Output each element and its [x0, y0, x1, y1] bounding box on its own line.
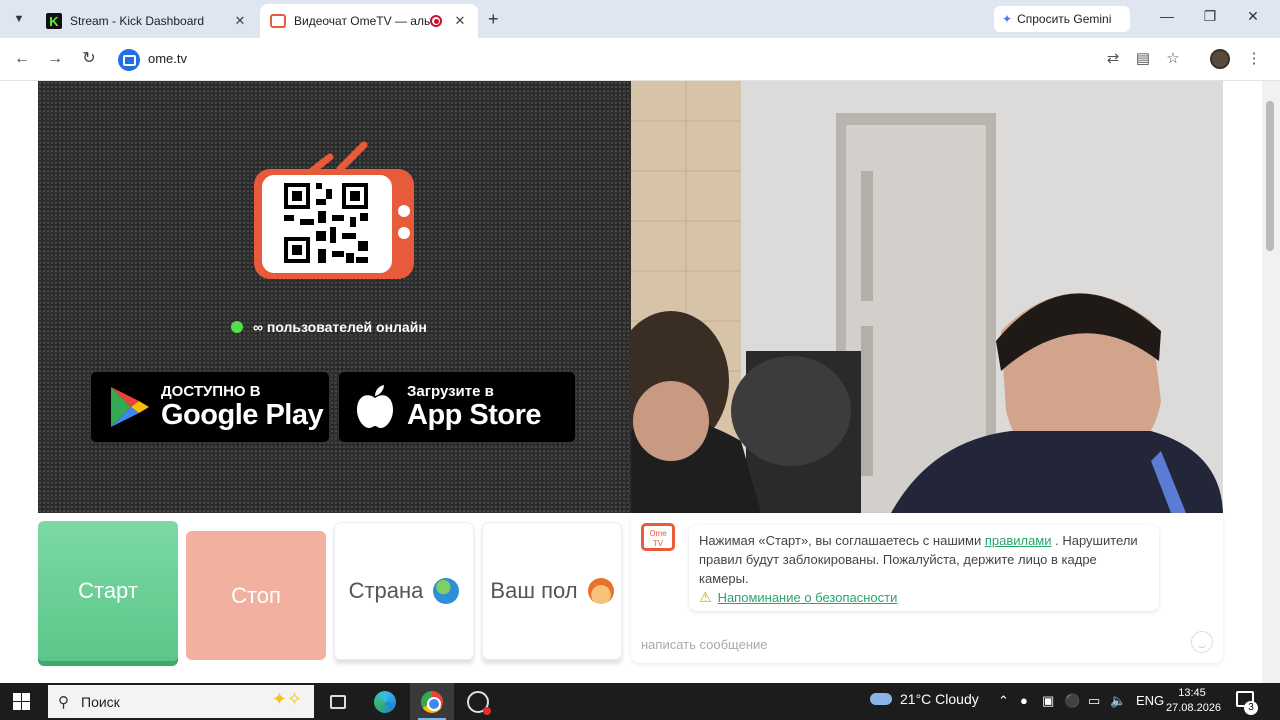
search-icon: ⚲	[58, 693, 69, 711]
country-label: Страна	[348, 578, 424, 603]
gender-button[interactable]: Ваш пол	[482, 522, 622, 660]
search-placeholder: Поиск	[81, 693, 120, 710]
address-bar: ← → ↻ ome.tv ⇄ ▤ ☆ ⋮	[0, 38, 1280, 81]
globe-icon	[433, 578, 460, 604]
tab-title: Stream - Kick Dashboard	[70, 14, 205, 28]
clock-date: 27.08.2026	[1166, 702, 1222, 714]
message-input[interactable]: написать сообщение	[641, 637, 1181, 652]
gemini-label: Спросить Gemini	[1017, 12, 1112, 26]
app-store-big-text: App Store	[407, 399, 542, 431]
start-label: Старт	[78, 578, 138, 603]
windows-start-icon[interactable]	[13, 693, 30, 710]
chrome-icon	[421, 690, 443, 713]
forward-button[interactable]: →	[45, 49, 65, 69]
safety-reminder: ⚠ Напоминание о безопасности	[699, 588, 1149, 607]
chrome-taskbar-button[interactable]	[410, 683, 454, 720]
online-users-text: ∞ пользователей онлайн	[253, 319, 427, 335]
weather-text: 21°C Cloudy	[900, 691, 979, 707]
windows-taskbar: ⚲ Поиск ✦✧ 21°C Cloudy ⌃ ● ▣ ⚫ ▭ 🔈 ENG 1…	[0, 683, 1280, 720]
taskbar-search[interactable]: ⚲ Поиск ✦✧	[48, 685, 314, 718]
network-icon[interactable]: ▭	[1088, 693, 1100, 709]
partner-video-area: ∞ пользователей онлайн ДОСТУПНО В Google…	[38, 81, 631, 513]
start-button[interactable]: Старт	[38, 521, 178, 661]
translate-icon[interactable]: ⇄	[1104, 50, 1122, 68]
url-field[interactable]: ome.tv	[148, 51, 187, 66]
gemini-icon: ✦	[1002, 12, 1013, 26]
app-store-small-text: Загрузите в	[407, 383, 494, 400]
tab-search-chevron-icon[interactable]: ▼	[8, 8, 30, 30]
new-tab-button[interactable]: +	[488, 9, 499, 30]
ask-gemini-button[interactable]: ✦ Спросить Gemini	[994, 6, 1130, 32]
camera-tray-icon[interactable]: ▣	[1042, 693, 1054, 709]
online-status-icon	[231, 321, 243, 333]
install-app-icon[interactable]: ▤	[1134, 50, 1152, 68]
ometv-qr-logo	[254, 141, 414, 279]
site-info-icon[interactable]	[118, 49, 140, 71]
google-play-small-text: ДОСТУПНО В	[161, 383, 261, 400]
task-view-button[interactable]	[316, 683, 360, 720]
online-users-indicator: ∞ пользователей онлайн	[231, 319, 427, 335]
message-text-before: Нажимая «Старт», вы соглашаетесь с нашим…	[699, 533, 985, 548]
sparkle-icon: ✦✧	[271, 689, 302, 709]
google-play-icon	[111, 387, 149, 427]
self-camera-video	[631, 81, 1223, 513]
browser-tab-strip: ▼ K Stream - Kick Dashboard ✕ Видеочат O…	[0, 0, 1280, 38]
microphone-icon[interactable]: ⚫	[1064, 693, 1080, 709]
task-view-icon	[330, 694, 346, 709]
chat-panel: Ome TV Нажимая «Старт», вы соглашаетесь …	[631, 513, 1223, 663]
close-icon[interactable]: ✕	[452, 13, 468, 29]
country-button[interactable]: Страна	[334, 522, 474, 660]
system-message: Нажимая «Старт», вы соглашаетесь с нашим…	[689, 525, 1159, 611]
google-play-button[interactable]: ДОСТУПНО В Google Play	[90, 371, 330, 443]
minimize-button[interactable]: —	[1157, 8, 1177, 24]
tab-kick-dashboard[interactable]: K Stream - Kick Dashboard ✕	[36, 4, 258, 38]
apple-icon	[357, 385, 393, 428]
back-button[interactable]: ←	[12, 49, 32, 69]
rules-link[interactable]: правилами	[985, 533, 1052, 548]
menu-dots-icon[interactable]: ⋮	[1245, 50, 1263, 68]
close-icon[interactable]: ✕	[232, 13, 248, 29]
edge-icon	[374, 690, 396, 713]
recording-icon	[430, 15, 442, 27]
tab-title: Видеочат OmeTV — альте	[294, 14, 430, 28]
warning-icon: ⚠	[699, 589, 712, 605]
profile-avatar[interactable]	[1210, 49, 1230, 69]
tab-ometv[interactable]: Видеочат OmeTV — альте ✕	[260, 4, 478, 38]
clock[interactable]: 13:45 27.08.2026	[1166, 686, 1222, 716]
app-tray-icon[interactable]: ●	[1020, 693, 1028, 708]
language-indicator[interactable]: ENG	[1136, 693, 1164, 708]
emoji-icon[interactable]	[1191, 631, 1213, 653]
camera-feed-image	[631, 81, 1223, 513]
chevron-up-icon[interactable]: ⌃	[998, 693, 1009, 709]
safety-reminder-link[interactable]: Напоминание о безопасности	[718, 588, 898, 607]
person-icon	[587, 578, 614, 604]
stop-label: Стоп	[231, 582, 281, 608]
notification-count-badge: 3	[1244, 701, 1258, 715]
ometv-icon	[270, 14, 286, 28]
app-store-button[interactable]: Загрузите в App Store	[338, 371, 576, 443]
ometv-page: ∞ пользователей онлайн ДОСТУПНО В Google…	[0, 81, 1280, 683]
edge-taskbar-button[interactable]	[363, 683, 407, 720]
google-play-big-text: Google Play	[161, 399, 324, 431]
ometv-chat-avatar: Ome TV	[641, 523, 675, 551]
kick-icon: K	[46, 13, 62, 29]
cloud-icon	[870, 693, 892, 705]
restore-button[interactable]: ❐	[1200, 8, 1220, 25]
gender-label: Ваш пол	[490, 578, 578, 603]
stop-button[interactable]: Стоп	[186, 531, 326, 660]
obs-taskbar-button[interactable]	[456, 683, 500, 720]
scrollbar-thumb[interactable]	[1266, 101, 1274, 251]
clock-time: 13:45	[1178, 687, 1206, 699]
close-window-button[interactable]: ✕	[1243, 8, 1263, 25]
weather-widget[interactable]: 21°C Cloudy	[870, 691, 979, 707]
obs-icon	[467, 690, 491, 715]
volume-icon[interactable]: 🔈	[1110, 693, 1126, 709]
bookmark-star-icon[interactable]: ☆	[1164, 50, 1182, 68]
reload-button[interactable]: ↻	[79, 49, 99, 69]
